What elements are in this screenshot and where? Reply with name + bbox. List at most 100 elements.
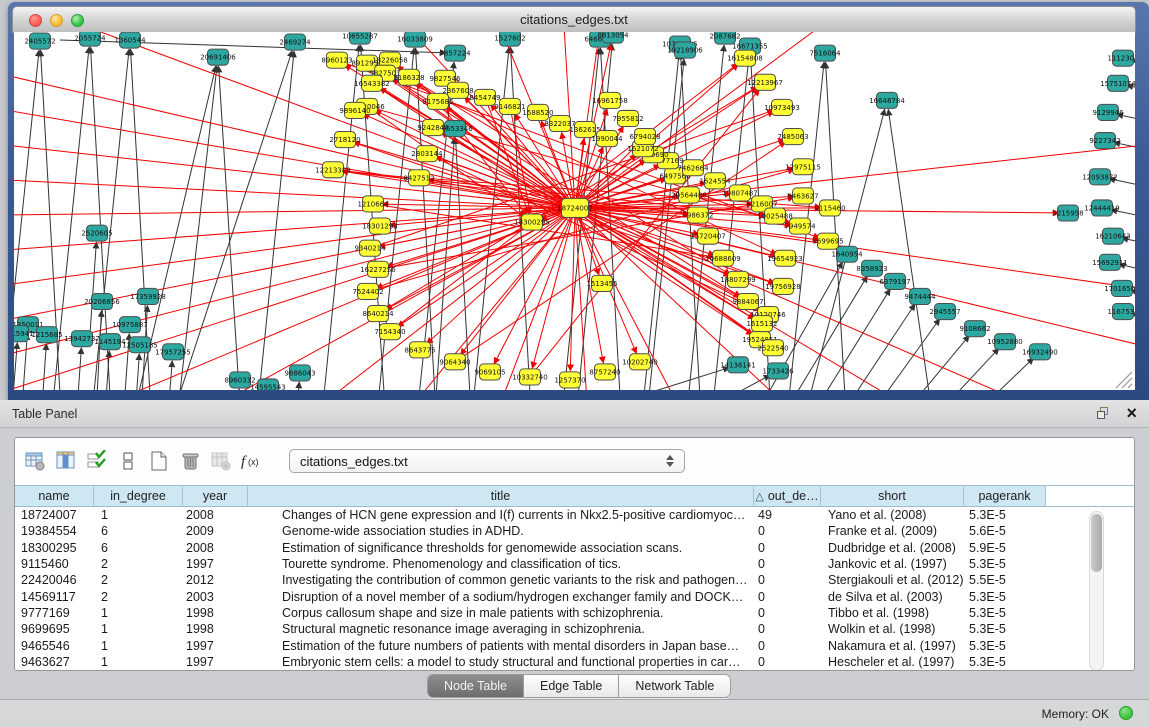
graph-node-label: 18301293 (362, 222, 398, 231)
graph-node-label: 12093872 (1082, 172, 1118, 181)
graph-node-label: 2718120 (329, 135, 360, 144)
table-row[interactable]: 946554611997Estimation of the future num… (15, 637, 1134, 653)
citation-graph: 1872400724055722055724136054420691406246… (14, 32, 1135, 390)
graph-node-label: 20564486 (671, 190, 707, 199)
cell-out_de: 0 (754, 622, 821, 636)
svg-text:f: f (241, 454, 247, 470)
cell-title: Changes of HCN gene expression and I(f) … (248, 508, 754, 522)
tab-edge-table[interactable]: Edge Table (524, 675, 619, 697)
column-header-in_degree[interactable]: in_degree (94, 486, 183, 506)
graph-edge (795, 289, 890, 390)
graph-node-label: 7154340 (374, 327, 405, 336)
graph-node-label: 10952880 (987, 337, 1023, 346)
cell-in_degree: 1 (94, 655, 183, 669)
table-row[interactable]: 946362711997Embryonic stem cells: a mode… (15, 654, 1134, 670)
graph-edge (620, 368, 729, 390)
graph-node-label: 7857224 (439, 49, 471, 58)
cell-out_de: 49 (754, 508, 821, 522)
graph-edge (90, 242, 96, 334)
cell-pagerank: 5.3E-5 (964, 557, 1046, 571)
cell-name: 9463627 (15, 655, 94, 669)
table-row[interactable]: 1938455462009Genome-wide association stu… (15, 523, 1134, 539)
desktop: { "window": { "title": "citations_edges.… (0, 0, 1149, 727)
cell-pagerank: 5.3E-5 (964, 655, 1046, 669)
show-columns-icon[interactable] (52, 448, 79, 475)
cell-in_degree: 2 (94, 557, 183, 571)
cell-in_degree: 1 (94, 639, 183, 653)
graph-node-label: 12975115 (785, 162, 821, 171)
cell-title: Estimation of significance thresholds fo… (248, 541, 754, 555)
create-table-icon[interactable] (145, 448, 172, 475)
cell-out_de: 0 (754, 655, 821, 669)
cell-year: 1997 (183, 557, 248, 571)
cell-name: 18724007 (15, 508, 94, 522)
graph-edge (640, 59, 684, 390)
graph-node-label: 10202740 (622, 357, 658, 366)
network-canvas[interactable]: 1872400724055722055724136054420691406246… (14, 32, 1135, 390)
import-table-icon[interactable] (207, 448, 234, 475)
column-header-short[interactable]: short (821, 486, 964, 506)
cell-short: Hescheler et al. (1997) (821, 655, 964, 669)
window-titlebar[interactable]: citations_edges.txt (12, 6, 1136, 33)
float-panel-icon[interactable] (1097, 407, 1111, 421)
cell-name: 9777169 (15, 606, 94, 620)
graph-edge (250, 51, 294, 390)
table-row[interactable]: 911546021997Tourette syndrome. Phenomeno… (15, 556, 1134, 572)
cell-name: 9115460 (15, 557, 94, 571)
close-panel-icon[interactable]: × (1126, 403, 1137, 423)
graph-edge (14, 208, 575, 216)
graph-node-label: 16154808 (727, 54, 763, 63)
cell-out_de: 0 (754, 639, 821, 653)
tab-network-table[interactable]: Network Table (619, 675, 730, 697)
cell-short: Tibbo et al. (1998) (821, 606, 964, 620)
graph-node-label: 1615132 (746, 319, 777, 328)
graph-node-label: 1733426 (762, 366, 794, 375)
vertical-scrollbar[interactable] (1089, 511, 1104, 671)
graph-node-label: 8640214 (362, 309, 394, 318)
delete-table-icon[interactable] (176, 448, 203, 475)
graph-node-label: 18724007 (557, 203, 593, 212)
graph-node-label: 18807299 (720, 275, 756, 284)
table-row[interactable]: 1872400712008Changes of HCN gene express… (15, 507, 1134, 523)
cell-short: Dudbridge et al. (2008) (821, 541, 964, 555)
table-options-icon[interactable] (21, 448, 48, 475)
column-header-pagerank[interactable]: pagerank (964, 486, 1046, 506)
cell-title: Disruption of a novel member of a sodium… (248, 590, 754, 604)
column-header-year[interactable]: year (183, 486, 248, 506)
graph-node-label: 8358923 (856, 264, 887, 273)
graph-node-label: 6216007 (746, 199, 777, 208)
graph-node-label: 8757240 (589, 367, 620, 376)
select-rows-icon[interactable] (83, 448, 110, 475)
function-builder-icon[interactable]: f(x) (238, 448, 265, 475)
table-row[interactable]: 2242004622012Investigating the contribut… (15, 572, 1134, 588)
graph-node-label: 7485063 (777, 132, 808, 141)
cell-short: Nakamura et al. (1997) (821, 639, 964, 653)
column-header-out_de[interactable]: △out_de… (754, 486, 821, 506)
column-header-name[interactable]: name (15, 486, 94, 506)
scrollbar-thumb[interactable] (1091, 514, 1102, 572)
column-header-title[interactable]: title (248, 486, 754, 506)
graph-node-label: 9474444 (904, 292, 936, 301)
graph-node-label: 7986372 (682, 211, 713, 220)
table-row[interactable]: 969969511998Structural magnetic resonanc… (15, 621, 1134, 637)
table-row[interactable]: 1830029562008Estimation of significance … (15, 540, 1134, 556)
table-row[interactable]: 1456911722003Disruption of a novel membe… (15, 588, 1134, 604)
graph-node-label: 9069105 (474, 367, 505, 376)
cell-year: 1998 (183, 622, 248, 636)
graph-node-label: 2520605 (81, 229, 112, 238)
graph-node-label: 16033809 (397, 35, 433, 44)
row-height-icon[interactable] (114, 448, 141, 475)
graph-node-label: 16543382 (354, 79, 390, 88)
graph-node-label: 14595543 (250, 382, 286, 390)
graph-node-label: 9146821 (494, 102, 525, 111)
graph-node-label: 9242844 (417, 123, 449, 132)
cell-short: Franke et al. (2009) (821, 524, 964, 538)
resize-grip[interactable] (1116, 372, 1132, 388)
sort-ascending-icon: △ (755, 490, 763, 503)
tab-node-table[interactable]: Node Table (428, 675, 524, 697)
memory-ok-indicator (1119, 706, 1133, 720)
table-selector-dropdown[interactable]: citations_edges.txt (289, 449, 685, 473)
cell-short: Yano et al. (2008) (821, 508, 964, 522)
table-row[interactable]: 977716911998Corpus callosum shape and si… (15, 605, 1134, 621)
cell-pagerank: 5.5E-5 (964, 573, 1046, 587)
